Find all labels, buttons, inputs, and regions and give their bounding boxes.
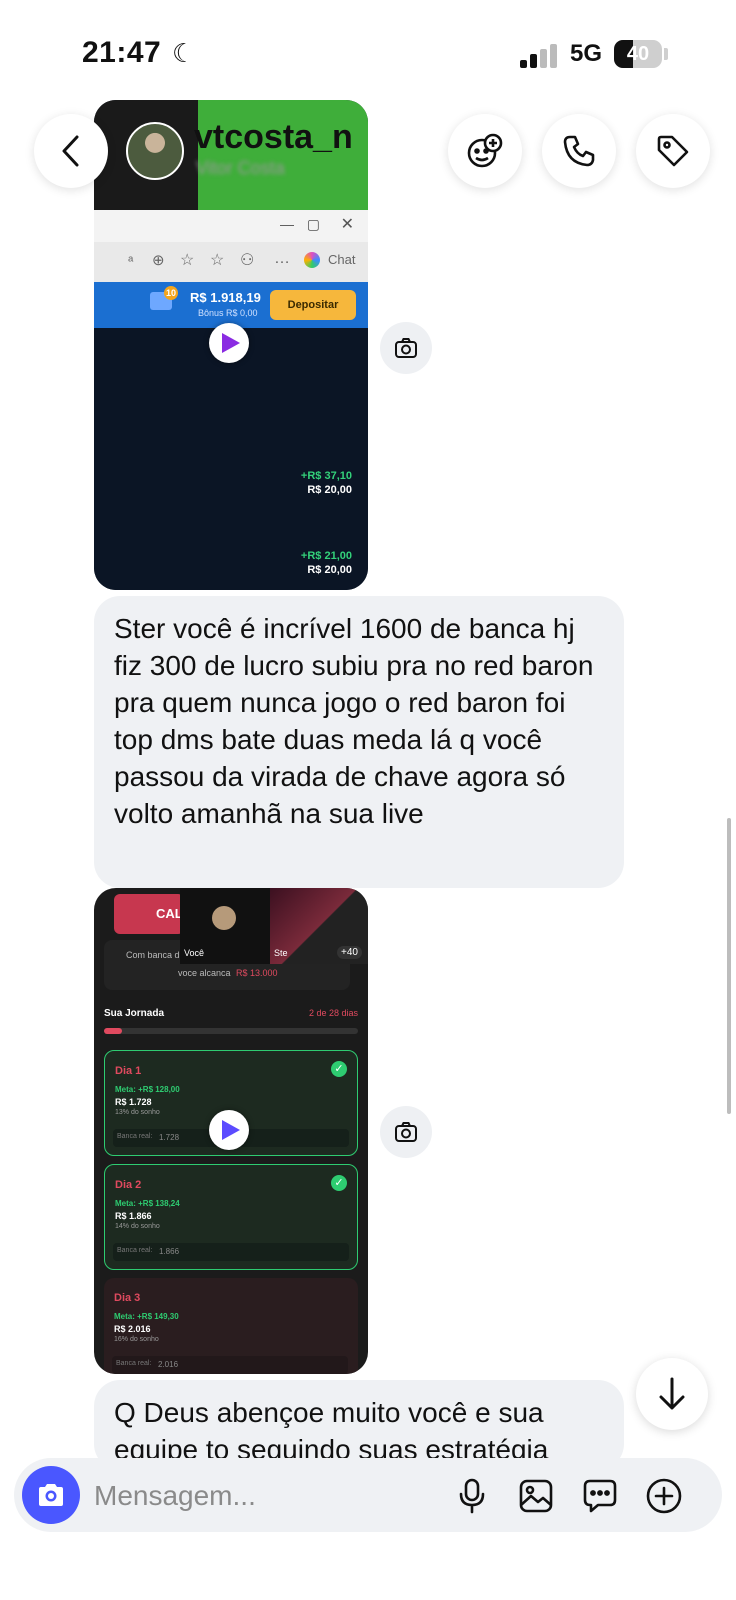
- banca-real-value: 2.016: [158, 1360, 179, 1369]
- day-card-3: Dia 3 Meta: +R$ 149,30 R$ 2.016 16% do s…: [104, 1278, 358, 1374]
- day-title-3: Dia 3: [114, 1292, 141, 1304]
- copilot-icon: [304, 252, 320, 268]
- banca-real-label: Banca real:: [116, 1360, 152, 1367]
- message-text-2: Q Deus abençoe muito você e sua equipe t…: [114, 1397, 549, 1465]
- game-area: +R$ 37,10 R$ 20,00 +R$ 21,00 R$ 20,00: [94, 328, 368, 590]
- play-button-1[interactable]: [209, 323, 249, 363]
- status-bar: 21:47 ☾ 5G 40: [0, 0, 736, 100]
- chat-display-name: Vitor Costa: [196, 158, 285, 178]
- camera-icon: [39, 1484, 63, 1506]
- avatar[interactable]: [126, 122, 184, 180]
- day-amount-1: R$ 1.728: [115, 1097, 152, 1107]
- tag-button[interactable]: [636, 114, 710, 188]
- battery-tip: [664, 48, 668, 60]
- browser-toolbar: ᵃ ⊕ ☆ ☆ ⚇ … Chat: [94, 242, 368, 282]
- chevron-left-icon: [62, 135, 79, 167]
- journey-progress: 2 de 28 dias: [308, 1008, 358, 1018]
- bonus-value: Bônus R$ 0,00: [198, 308, 258, 318]
- arrow-down-icon: [659, 1377, 685, 1410]
- day-title-1: Dia 1: [115, 1065, 142, 1077]
- day-title-2: Dia 2: [115, 1179, 142, 1191]
- image-icon: [519, 1479, 553, 1513]
- banca-real-value: 1.866: [159, 1247, 180, 1256]
- scroll-down-button[interactable]: [636, 1358, 708, 1430]
- notification-badge: 10: [164, 286, 178, 300]
- day-meta-3: Meta: +R$ 149,30: [114, 1312, 179, 1321]
- browser-titlebar: — ▢ ✕: [94, 210, 368, 242]
- journey-title: Sua Jornada: [104, 1008, 165, 1019]
- gallery-button[interactable]: [516, 1476, 556, 1516]
- casino-header: 10 R$ 1.918,19 Bônus R$ 0,00 Depositar: [94, 282, 368, 328]
- call-more-count: +40: [337, 946, 362, 959]
- camera-reply-button-1[interactable]: [380, 322, 432, 374]
- call-button[interactable]: [542, 114, 616, 188]
- day-meta-2: Meta: +R$ 138,24: [115, 1199, 180, 1208]
- journey-bar-fill: [104, 1028, 123, 1034]
- alcanca-text: voce alcanca: [178, 968, 231, 978]
- banca-real-label: Banca real:: [117, 1247, 153, 1254]
- microphone-button[interactable]: [452, 1476, 492, 1516]
- message-bubble-1[interactable]: Ster você é incrível 1600 de banca hj fi…: [94, 596, 624, 888]
- message-text-1: Ster você é incrível 1600 de banca hj fi…: [114, 613, 594, 829]
- camera-button[interactable]: [22, 1466, 80, 1524]
- deposit-button: Depositar: [270, 290, 356, 320]
- message-input[interactable]: Mensagem...: [94, 1480, 256, 1512]
- moon-icon: ☾: [172, 38, 196, 68]
- microphone-icon: [459, 1478, 485, 1514]
- banca-real-label: Banca real:: [117, 1133, 153, 1140]
- status-time: 21:47: [82, 36, 162, 69]
- banca-real-field-3: Banca real: 2.016: [112, 1356, 348, 1374]
- phone-icon: [563, 135, 595, 167]
- sticker-button[interactable]: [448, 114, 522, 188]
- camera-reply-button-2[interactable]: [380, 1106, 432, 1158]
- chat-bubble-icon: [583, 1479, 617, 1513]
- day-pct-3: 16% do sonho: [114, 1336, 159, 1343]
- day-meta-1: Meta: +R$ 128,00: [115, 1085, 180, 1094]
- banca-real-field-2: Banca real: 1.866: [113, 1243, 349, 1261]
- chat-header: vtcosta_n Vitor Costa: [0, 100, 736, 200]
- you-avatar: [212, 906, 236, 930]
- signal-icon: [520, 44, 560, 68]
- battery-level: 40: [626, 43, 650, 65]
- sticker-message-button[interactable]: [580, 1476, 620, 1516]
- day-pct-1: 13% do sonho: [115, 1109, 160, 1116]
- balance-value: R$ 1.918,19: [190, 290, 261, 305]
- call-ster-label: Ste: [274, 948, 288, 958]
- back-button[interactable]: [34, 114, 108, 188]
- bet2-stake: R$ 20,00: [307, 564, 352, 576]
- message-composer: Mensagem...: [14, 1458, 722, 1532]
- tag-icon: [657, 135, 689, 167]
- network-label: 5G: [570, 40, 603, 67]
- play-button-2[interactable]: [209, 1110, 249, 1150]
- call-you-label: Você: [184, 948, 205, 958]
- bet1-win: +R$ 37,10: [300, 470, 352, 482]
- day-pct-2: 14% do sonho: [115, 1223, 160, 1230]
- check-icon: ✓: [331, 1175, 347, 1191]
- browser-chat-label: Chat: [328, 252, 356, 267]
- battery-icon: 40: [614, 40, 662, 68]
- bet2-win: +R$ 21,00: [300, 550, 352, 562]
- scrollbar[interactable]: [727, 818, 731, 1114]
- sticker-add-icon: [467, 133, 503, 168]
- video-message-2[interactable]: CAL Com banca d voce alcanca R$ 13.000 V…: [94, 888, 368, 1374]
- alcanca-value: R$ 13.000: [236, 968, 278, 978]
- banca-text: Com banca d: [126, 950, 180, 960]
- chat-username[interactable]: vtcosta_n: [194, 118, 353, 157]
- plus-circle-icon: [646, 1478, 682, 1514]
- video-call-ster: Ste +40: [270, 888, 368, 964]
- add-button[interactable]: [644, 1476, 684, 1516]
- check-icon: ✓: [331, 1061, 347, 1077]
- video-call-you: Você: [180, 888, 270, 964]
- calculate-button: CAL: [114, 894, 184, 934]
- day-amount-3: R$ 2.016: [114, 1324, 151, 1334]
- message-bubble-2[interactable]: Q Deus abençoe muito você e sua equipe t…: [94, 1380, 624, 1470]
- banca-real-value: 1.728: [159, 1133, 180, 1142]
- journey-bar: [104, 1028, 358, 1034]
- bet1-stake: R$ 20,00: [307, 484, 352, 496]
- day-card-2: Dia 2 ✓ Meta: +R$ 138,24 R$ 1.866 14% do…: [104, 1164, 358, 1270]
- day-amount-2: R$ 1.866: [115, 1211, 152, 1221]
